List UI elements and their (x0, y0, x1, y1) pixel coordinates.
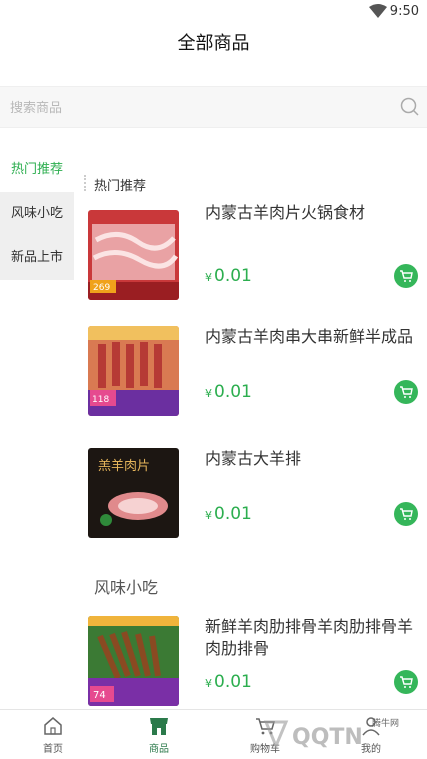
status-time: 9:50 (389, 4, 419, 19)
product-thumbnail: 羔羊肉片 (88, 448, 179, 538)
price-value: 0.01 (214, 672, 252, 692)
product-price: ¥0.01 (205, 382, 252, 402)
tab-label: 首页 (43, 744, 63, 755)
add-to-cart-button[interactable] (394, 670, 418, 694)
home-icon (44, 717, 62, 735)
product-name: 内蒙古羊肉片火锅食材 (205, 203, 366, 222)
product-name: 内蒙古羊肉串大串新鲜半成品 (205, 327, 414, 346)
sidebar-item-new[interactable]: 新品上市 (0, 236, 74, 280)
thumb-price-badge: 74 (93, 690, 106, 701)
product-list: 热门推荐 269 内蒙古羊肉片火锅食材 ¥0.01 118 内蒙古羊肉串大串新鲜… (74, 148, 427, 708)
category-sidebar: 热门推荐 风味小吃 新品上市 (0, 148, 74, 280)
tab-label: 商品 (149, 744, 169, 755)
product-name: 新鲜羊肉肋排骨羊肉肋排骨羊肉肋排骨 (205, 617, 414, 658)
search-icon[interactable] (399, 96, 421, 118)
sidebar-item-label: 新品上市 (11, 250, 64, 265)
product-thumbnail: 118 (88, 326, 179, 416)
site-watermark: QQTN 腾牛网 (262, 712, 422, 756)
sidebar-item-label: 热门推荐 (11, 162, 64, 177)
product-name: 内蒙古大羊排 (205, 449, 302, 468)
section-title-snacks: 风味小吃 (94, 578, 159, 597)
sidebar-item-snacks[interactable]: 风味小吃 (0, 192, 74, 236)
product-card[interactable]: 74 新鲜羊肉肋排骨羊肉肋排骨羊肉肋排骨 ¥0.01 (88, 616, 427, 706)
thumb-price-badge: 118 (92, 395, 109, 405)
sidebar-item-hot[interactable]: 热门推荐 (0, 148, 74, 192)
currency-symbol: ¥ (205, 509, 212, 522)
watermark-logo: QQTN (263, 720, 363, 750)
sidebar-item-label: 风味小吃 (11, 206, 64, 221)
cart-icon (400, 676, 413, 688)
currency-symbol: ¥ (205, 387, 212, 400)
page-title: 全部商品 (177, 33, 250, 54)
watermark-text: QQTN (292, 725, 363, 750)
lamb-slices-image: 269 (88, 210, 179, 300)
tab-home[interactable]: 首页 (0, 710, 106, 759)
add-to-cart-button[interactable] (394, 502, 418, 526)
watermark-subtext: 腾牛网 (372, 719, 400, 729)
product-thumbnail: 74 (88, 616, 179, 706)
section-title-hot: 热门推荐 (83, 175, 146, 194)
wifi-icon (369, 4, 387, 18)
lamb-skewers-image: 118 (88, 326, 179, 416)
cart-icon (400, 270, 413, 282)
page-header: 全部商品 (0, 24, 427, 66)
price-value: 0.01 (214, 382, 252, 402)
thumb-title-text: 羔羊肉片 (98, 458, 150, 474)
product-price: ¥0.01 (205, 504, 252, 524)
price-value: 0.01 (214, 266, 252, 286)
price-value: 0.01 (214, 504, 252, 524)
product-card[interactable]: 118 内蒙古羊肉串大串新鲜半成品 ¥0.01 (88, 326, 427, 416)
product-price: ¥0.01 (205, 266, 252, 286)
add-to-cart-button[interactable] (394, 380, 418, 404)
add-to-cart-button[interactable] (394, 264, 418, 288)
lamb-rack-image: 羔羊肉片 (88, 448, 179, 538)
thumb-price-badge: 269 (93, 283, 110, 293)
tab-products[interactable]: 商品 (106, 710, 212, 759)
store-icon (150, 718, 168, 735)
lamb-ribs-image: 74 (88, 616, 179, 706)
product-card[interactable]: 269 内蒙古羊肉片火锅食材 ¥0.01 (88, 203, 427, 300)
currency-symbol: ¥ (205, 677, 212, 690)
cart-icon (400, 386, 413, 398)
search-input[interactable] (10, 97, 380, 119)
product-thumbnail: 269 (88, 210, 179, 300)
product-price: ¥0.01 (205, 672, 252, 692)
product-card[interactable]: 羔羊肉片 内蒙古大羊排 ¥0.01 (88, 448, 427, 538)
search-bar (0, 86, 427, 128)
status-bar: 9:50 (0, 0, 427, 24)
cart-icon (400, 508, 413, 520)
currency-symbol: ¥ (205, 271, 212, 284)
